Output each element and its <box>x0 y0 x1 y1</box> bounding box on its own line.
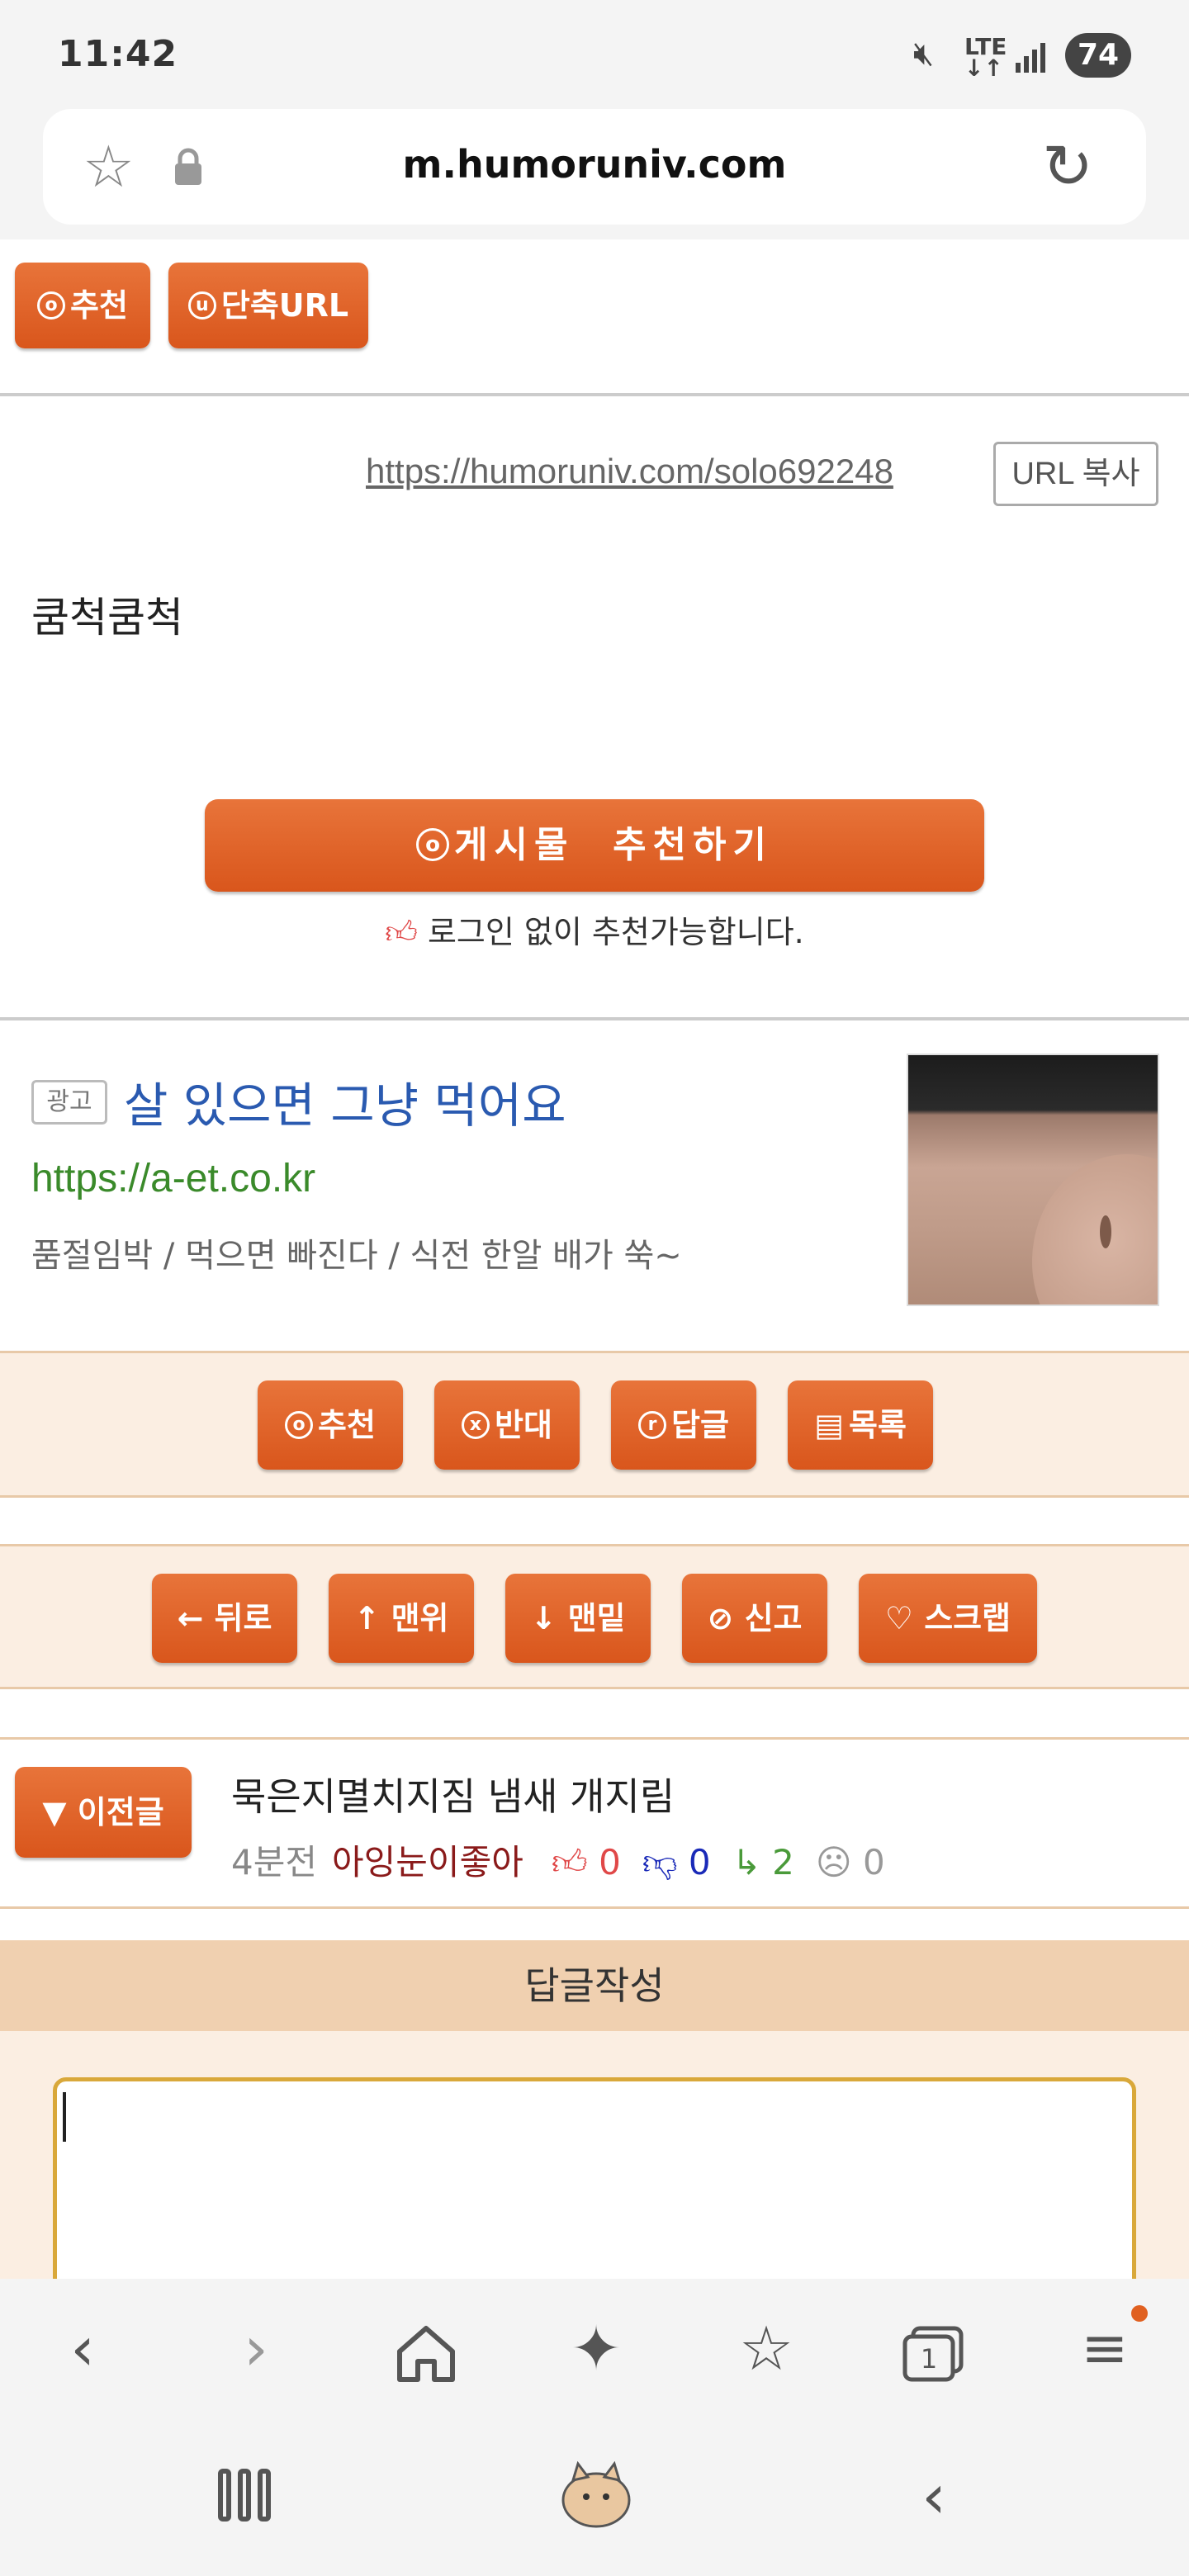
short-url-button[interactable]: u 단축URL <box>168 263 368 348</box>
list-icon: ▤ <box>814 1407 844 1443</box>
bottom-button[interactable]: ↓ 맨밑 <box>505 1574 651 1663</box>
mute-icon: 🔇︎ <box>913 35 935 73</box>
login-note: 👍︎ 로그인 없이 추천가능합니다. <box>385 914 804 950</box>
arrow-left-icon: ← <box>177 1600 204 1636</box>
heart-icon: ♡ <box>884 1600 913 1636</box>
prev-post-author[interactable]: 아잉눈이좋아 <box>332 1842 523 1882</box>
ad-image[interactable] <box>907 1054 1159 1306</box>
thumbs-up-icon: 👍︎ <box>551 1842 588 1882</box>
scrap-button[interactable]: ♡ 스크랩 <box>859 1574 1037 1663</box>
home-cat-icon[interactable] <box>555 2455 637 2530</box>
report-button[interactable]: ⊘ 신고 <box>682 1574 827 1663</box>
up-count: 0 <box>599 1842 621 1882</box>
arrow-down-icon: ↓ <box>530 1600 557 1636</box>
recommend-icon: o <box>416 828 449 861</box>
menu-icon[interactable]: ≡ <box>1055 2312 1154 2386</box>
prev-post-time: 4분전 <box>231 1842 318 1882</box>
short-url-icon: u <box>187 291 216 320</box>
signal-icon <box>1014 40 1050 73</box>
reply-count: 2 <box>772 1842 794 1882</box>
reply-header: 답글작성 <box>0 1940 1189 2031</box>
divider <box>0 393 1189 396</box>
url-copy-button[interactable]: URL 복사 <box>993 442 1158 506</box>
reply-icon: r <box>638 1410 667 1439</box>
home-icon[interactable] <box>393 2320 459 2386</box>
text-caret <box>63 2092 66 2142</box>
action-bar-post <box>0 1351 1189 1498</box>
divider <box>0 1017 1189 1020</box>
back-icon[interactable]: ‹ <box>33 2312 132 2386</box>
reply-button[interactable]: r 답글 <box>611 1380 756 1470</box>
thumbs-up-icon: 👍︎ <box>385 914 418 950</box>
back-button[interactable]: ← 뒤로 <box>152 1574 297 1663</box>
view-count: 0 <box>863 1842 885 1882</box>
list-button[interactable]: ▤ 목록 <box>788 1380 933 1470</box>
reload-icon[interactable]: ↻ <box>1042 136 1093 197</box>
ad-url[interactable]: https://a-et.co.kr <box>31 1156 315 1201</box>
prev-post-button[interactable]: ▼ 이전글 <box>15 1767 192 1858</box>
oppose-button[interactable]: x 반대 <box>434 1380 580 1470</box>
post-body: 쿰척쿰척 <box>31 594 183 642</box>
recent-apps-icon[interactable] <box>215 2469 322 2526</box>
bookmarks-icon[interactable]: ☆ <box>717 2312 816 2386</box>
prev-post-title[interactable]: 묵은지멸치지짐 냄새 개지림 <box>231 1767 675 1821</box>
face-icon: ☹︎ <box>815 1842 852 1882</box>
ad-title[interactable]: 살 있으면 그냥 먹어요 <box>124 1067 566 1136</box>
top-button[interactable]: ↑ 맨위 <box>329 1574 474 1663</box>
ad-badge: 광고 <box>31 1080 107 1125</box>
recommend-icon: o <box>285 1410 314 1439</box>
tabs-icon[interactable]: 1 <box>900 2325 966 2383</box>
notification-dot <box>1131 2305 1148 2322</box>
down-count: 0 <box>688 1842 711 1882</box>
lte-icon: LTE ↓↑ <box>964 33 1007 82</box>
tab-count: 1 <box>921 2343 937 2375</box>
oppose-icon: x <box>462 1410 490 1439</box>
system-back-icon[interactable]: ‹ <box>880 2464 988 2530</box>
reply-arrow-icon: ↳ <box>732 1842 761 1882</box>
url-text[interactable]: m.humoruniv.com <box>0 142 1189 187</box>
status-bar <box>0 0 1189 107</box>
recommend-icon: o <box>37 291 66 320</box>
recommend-button-top[interactable]: o 추천 <box>15 263 150 348</box>
status-time: 11:42 <box>58 33 178 75</box>
recommend-button[interactable]: o 추천 <box>258 1380 403 1470</box>
report-icon: ⊘ <box>707 1600 734 1636</box>
ad-description: 품절임박 / 먹으면 빠진다 / 식전 한알 배가 쑥~ <box>31 1237 682 1275</box>
prev-post-meta: 4분전 아잉눈이좋아 👍︎ 0 👎︎ 0 ↳ 2 ☹︎ 0 <box>231 1835 885 1885</box>
thumbs-down-icon: 👎︎ <box>642 1842 678 1882</box>
sparkle-icon[interactable]: ✦ <box>547 2312 646 2386</box>
battery-icon: 74 <box>1065 33 1131 78</box>
arrow-up-icon: ↑ <box>353 1600 381 1636</box>
forward-icon[interactable]: › <box>206 2312 306 2386</box>
post-recommend-button[interactable]: o 게시물 추천하기 <box>205 799 984 892</box>
reply-textarea[interactable] <box>53 2077 1136 2308</box>
short-link[interactable]: https://humoruniv.com/solo692248 <box>366 452 893 491</box>
